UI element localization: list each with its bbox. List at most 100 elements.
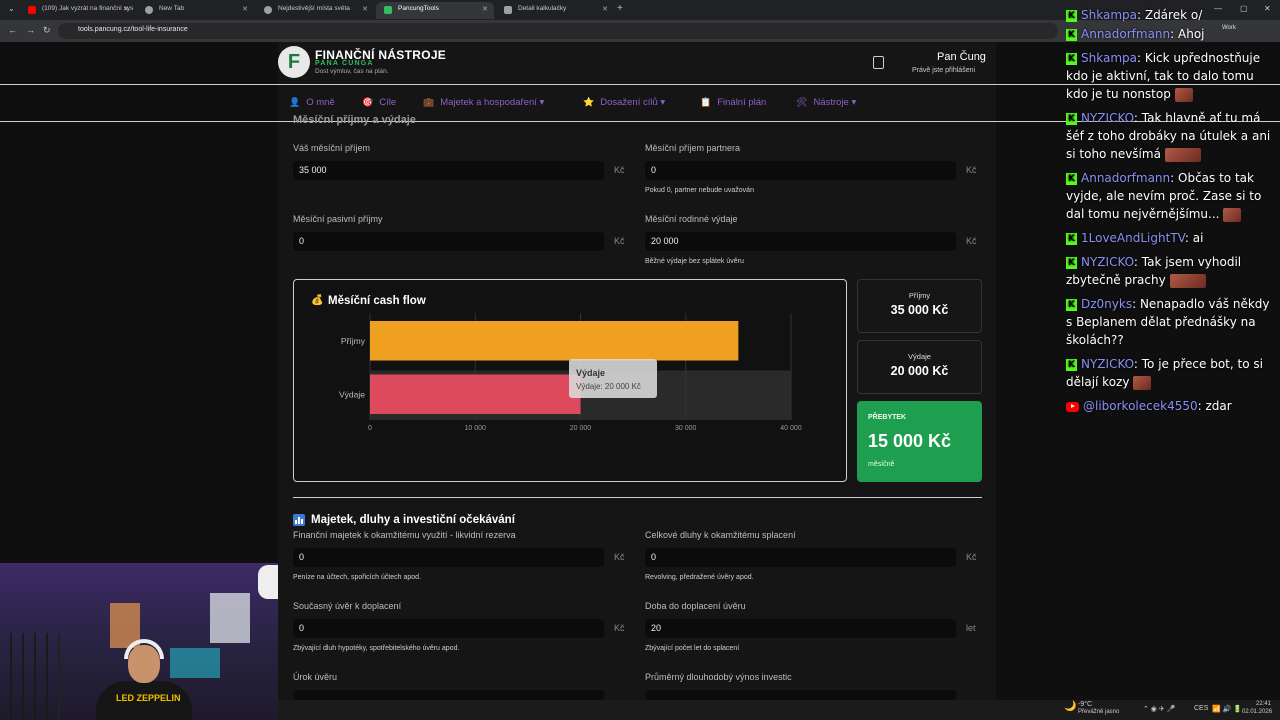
site-logo[interactable]: F: [278, 46, 310, 78]
chevron-down-icon: ▾: [539, 97, 545, 108]
browser-tab-pancungtools[interactable]: PancungTools ✕: [376, 2, 494, 19]
menu-item-tools[interactable]: 🛠 Nástroje ▾: [796, 97, 856, 108]
bar-chart-icon: [293, 514, 305, 526]
tools-icon: 🛠: [796, 97, 808, 107]
chevron-down-icon: ▾: [851, 97, 857, 108]
reload-icon[interactable]: ↻: [43, 25, 51, 36]
address-bar[interactable]: tools.pancung.cz/tool-life-insurance: [58, 23, 1058, 39]
chart-tooltip: Výdaje Výdaje: 20 000 Kč: [569, 359, 657, 398]
browser-tab-calculator-detail[interactable]: Detail kalkulačky ✕: [496, 2, 614, 19]
clock-date[interactable]: 02.01.2026: [1242, 709, 1272, 715]
income-card: Příjmy 35 000 Kč: [857, 279, 982, 333]
pancung-favicon-icon: [384, 6, 392, 14]
x-tick-label: 30 000: [675, 425, 697, 432]
chat-username: NYZICKO: [1081, 111, 1134, 125]
url-text: tools.pancung.cz/tool-life-insurance: [78, 26, 188, 33]
family-expenses-label: Měsíční rodinné výdaje: [645, 214, 738, 224]
forward-icon[interactable]: →: [26, 25, 35, 35]
star-icon: ⭐: [583, 97, 595, 107]
avg-return-input[interactable]: [645, 690, 956, 700]
my-income-label: Váš měsíční příjem: [293, 143, 371, 153]
document-icon[interactable]: [873, 56, 884, 69]
tab-title: New Tab: [159, 5, 185, 12]
chat-text: Zdárek o/: [1144, 8, 1203, 22]
loan-term-help: Zbývající počet let do splacení: [645, 645, 740, 652]
browser-tab-places[interactable]: Nejdestivější místa světa ✕: [256, 2, 374, 19]
x-tick-label: 40 000: [780, 425, 802, 432]
chat-message: K NYZICKO: Tak hlavně ať tu má šéf z toho…: [1066, 111, 1271, 162]
section-title-income: Měsíční příjmy a výdaje: [293, 114, 416, 126]
menu-label: Cíle: [379, 97, 397, 108]
shirt-text: LED ZEPPELIN: [116, 693, 181, 703]
browser-tab-new-tab[interactable]: New Tab ✕: [137, 2, 254, 19]
tooltip-text: Výdaje: 20 000 Kč: [576, 382, 641, 391]
bar-income[interactable]: [370, 321, 739, 361]
x-tick-label: 10 000: [465, 425, 487, 432]
tab-search-icon[interactable]: ⌄: [8, 4, 15, 13]
menu-label: O mně: [306, 97, 335, 108]
browser-tab-youtube[interactable]: (109) Jak vyzrát na finanční sys ✕: [20, 2, 135, 19]
my-income-input[interactable]: 35 000: [293, 161, 604, 180]
emote-icon: [1133, 375, 1152, 390]
bar-expenses[interactable]: [370, 374, 581, 415]
menu-item-final-plan[interactable]: 📋 Finální plán: [700, 97, 766, 108]
section-divider: [293, 497, 982, 498]
close-icon[interactable]: ✕: [602, 5, 608, 13]
network-volume-icons[interactable]: 📶 🔊 🔋: [1212, 705, 1242, 713]
user-status: Právě jste přihlášeni: [912, 67, 976, 74]
years-unit: let: [966, 623, 976, 633]
family-expenses-input[interactable]: 20 000: [645, 232, 956, 251]
x-tick-label: 0: [368, 425, 372, 432]
close-icon[interactable]: ✕: [242, 5, 248, 13]
loan-rate-input[interactable]: [293, 690, 604, 700]
clock-time[interactable]: 22:41: [1256, 701, 1271, 707]
tooltip-title: Výdaje: [576, 368, 605, 378]
language-indicator[interactable]: CES: [1194, 705, 1208, 712]
avg-return-label: Průměrný dlouhodobý výnos investic: [645, 672, 792, 682]
liquid-assets-input[interactable]: 0: [293, 548, 604, 567]
menu-item-goals[interactable]: 🎯 Cíle: [362, 97, 396, 108]
clipboard-icon: 📋: [700, 97, 712, 107]
user-name[interactable]: Pan Čung: [937, 51, 986, 63]
cashflow-bar-chart[interactable]: Příjmy Výdaje 0 10 000 20 000 30 000 40 000 V…: [300, 305, 840, 475]
chat-message: K Dz0nyks: Nenapadlo váš někdy s Beplanem…: [1066, 297, 1270, 347]
current-loan-input[interactable]: 0: [293, 619, 604, 638]
menu-item-assets[interactable]: 💼 Majetek a hospodaření ▾: [423, 97, 544, 108]
globe-favicon-icon: [264, 6, 272, 14]
menu-item-about[interactable]: 👤 O mně: [289, 97, 335, 108]
currency-unit: Kč: [614, 165, 625, 175]
expenses-card: Výdaje 20 000 Kč: [857, 340, 982, 394]
partner-income-label: Měsíční příjem partnera: [645, 143, 741, 153]
menu-item-goal-achievement[interactable]: ⭐ Dosažení cílů ▾: [583, 97, 665, 108]
income-card-label: Příjmy: [908, 291, 931, 300]
total-debts-input[interactable]: 0: [645, 548, 956, 567]
kick-icon: K: [1066, 256, 1077, 269]
anthropic-favicon-icon: [504, 6, 512, 14]
chevron-down-icon: ▾: [660, 97, 666, 108]
youtube-favicon-icon: [28, 6, 36, 14]
back-icon[interactable]: ←: [8, 25, 17, 35]
expenses-card-value: 20 000 Kč: [890, 364, 949, 378]
chat-text: Ahoj: [1178, 27, 1205, 41]
weather-icon[interactable]: 🌙: [1064, 701, 1076, 712]
youtube-icon: [1066, 401, 1079, 412]
kick-icon: K: [1066, 52, 1077, 65]
site-tagline: Dost výmluv, čas na plán.: [315, 68, 389, 75]
chat-username: Shkampa: [1081, 51, 1137, 65]
close-icon[interactable]: ✕: [482, 5, 488, 13]
close-icon[interactable]: ✕: [362, 5, 368, 13]
loan-term-input[interactable]: 20: [645, 619, 956, 638]
y-category-label: Příjmy: [341, 336, 366, 346]
whiteboard: [210, 593, 250, 643]
partner-income-input[interactable]: 0: [645, 161, 956, 180]
site-subtitle: PANA ČUNGA: [315, 60, 374, 67]
currency-unit: Kč: [614, 552, 625, 562]
passive-income-input[interactable]: 0: [293, 232, 604, 251]
close-icon[interactable]: ✕: [123, 5, 129, 13]
tray-icons[interactable]: ⌃ ◉ ✈ 🎤: [1143, 705, 1175, 713]
menu-label: Finální plán: [717, 97, 767, 108]
target-icon: 🎯: [362, 97, 374, 107]
person-icon: 👤: [289, 97, 301, 107]
menu-label: Majetek a hospodaření: [440, 97, 537, 108]
new-tab-plus-icon[interactable]: +: [617, 3, 623, 14]
